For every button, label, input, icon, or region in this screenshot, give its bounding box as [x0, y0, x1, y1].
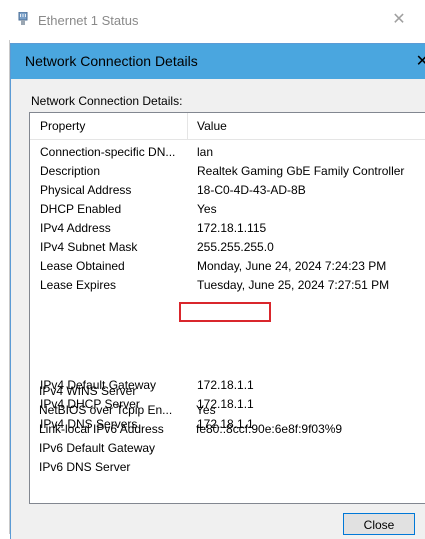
column-header-property[interactable]: Property	[40, 119, 85, 133]
dialog-title: Network Connection Details	[25, 53, 198, 69]
column-header-value[interactable]: Value	[197, 119, 227, 133]
list-header: Property Value	[30, 113, 425, 140]
default-gateway-highlight	[179, 302, 271, 322]
value-cell: Monday, June 24, 2024 7:24:23 PM	[197, 259, 387, 273]
property-cell: IPv4 Address	[40, 221, 111, 235]
ethernet-status-titlebar: Ethernet 1 Status ✕	[0, 0, 425, 40]
value-cell: 172.18.1.1	[197, 378, 254, 392]
ethernet-status-title: Ethernet 1 Status	[38, 13, 139, 28]
property-cell: IPv4 Subnet Mask	[40, 240, 138, 254]
close-button[interactable]: Close	[343, 513, 415, 535]
list-row[interactable]: Description Realtek Gaming GbE Family Co…	[30, 162, 425, 181]
column-divider[interactable]	[187, 113, 188, 139]
list-row[interactable]: IPv4 DNS Servers 172.18.1.1	[30, 415, 425, 434]
property-cell: IPv4 DNS Servers	[40, 417, 138, 431]
property-cell: Connection-specific DN...	[40, 145, 176, 159]
dialog-close-icon[interactable]: ✕	[416, 51, 425, 71]
value-cell: 172.18.1.1	[197, 417, 254, 431]
value-cell: 18-C0-4D-43-AD-8B	[197, 183, 306, 197]
value-cell: Tuesday, June 25, 2024 7:27:51 PM	[197, 278, 390, 292]
list-row-blank[interactable]	[30, 435, 425, 454]
dialog-titlebar[interactable]: Network Connection Details ✕	[11, 44, 425, 79]
value-cell: 172.18.1.115	[197, 221, 267, 235]
property-cell: Description	[40, 164, 101, 178]
value-cell: 255.255.255.0	[197, 240, 274, 254]
list-row[interactable]: Lease Obtained Monday, June 24, 2024 7:2…	[30, 257, 425, 276]
list-row[interactable]: IPv4 DHCP Server 172.18.1.1	[30, 395, 425, 414]
ethernet-status-close-icon[interactable]: ✕	[389, 9, 409, 29]
value-cell: Yes	[197, 202, 217, 216]
property-cell: DHCP Enabled	[40, 202, 122, 216]
details-group-label: Network Connection Details:	[31, 94, 183, 108]
property-cell: Lease Expires	[40, 278, 117, 292]
network-adapter-icon	[18, 12, 28, 25]
list-row[interactable]: IPv4 Address 172.18.1.115	[30, 219, 425, 238]
list-row[interactable]: IPv4 Subnet Mask 255.255.255.0	[30, 238, 425, 257]
property-cell: Physical Address	[40, 183, 132, 197]
property-cell: IPv4 DHCP Server	[40, 397, 140, 411]
value-cell: 172.18.1.1	[197, 397, 254, 411]
network-connection-details-dialog: Network Connection Details ✕ Network Con…	[10, 43, 425, 539]
value-cell: lan	[197, 145, 214, 159]
value-cell: Realtek Gaming GbE Family Controller	[197, 164, 405, 178]
list-row-default-gateway[interactable]: IPv4 Default Gateway 172.18.1.1	[30, 376, 425, 395]
list-row[interactable]: Connection-specific DN... lan	[30, 143, 425, 162]
property-cell: IPv4 Default Gateway	[40, 378, 157, 392]
list-row[interactable]: Lease Expires Tuesday, June 25, 2024 7:2…	[30, 276, 425, 295]
list-row[interactable]: DHCP Enabled Yes	[30, 200, 425, 219]
list-row[interactable]: Physical Address 18-C0-4D-43-AD-8B	[30, 181, 425, 200]
property-cell: Lease Obtained	[40, 259, 125, 273]
